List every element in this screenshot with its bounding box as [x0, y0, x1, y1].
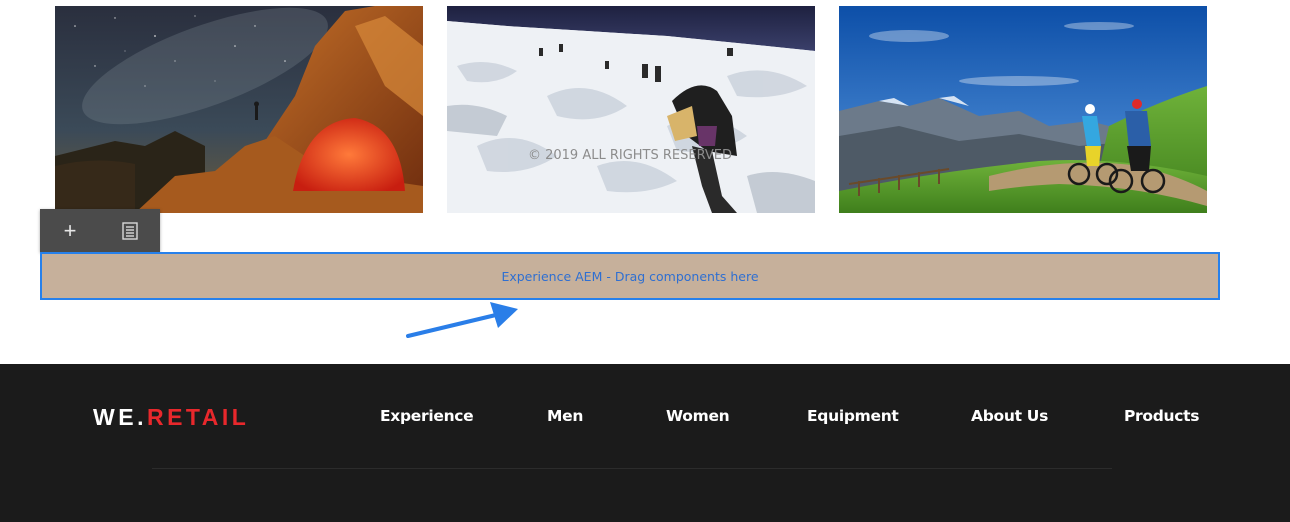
copyright-text: © 2019 ALL RIGHTS RESERVED — [527, 148, 733, 163]
mountain-bikers-illustration — [839, 6, 1207, 213]
logo-retail: RETAIL — [146, 404, 250, 430]
pointer-arrow-icon — [406, 302, 518, 338]
component-toolbar: + — [40, 209, 160, 252]
footer-nav-equipment[interactable]: Equipment — [807, 407, 899, 425]
site-footer: WE.RETAIL Experience Men Women Equipment… — [0, 364, 1290, 522]
gallery-image-night-camping[interactable] — [55, 6, 423, 213]
footer-nav-products[interactable]: Products — [1124, 407, 1200, 425]
logo-we: WE — [93, 404, 138, 430]
glacier-climbers-illustration — [447, 6, 815, 213]
night-camping-illustration — [55, 6, 423, 213]
paste-icon — [122, 221, 138, 240]
plus-icon: + — [63, 217, 77, 243]
footer-nav-about-us[interactable]: About Us — [971, 407, 1048, 425]
footer-nav-experience[interactable]: Experience — [380, 407, 474, 425]
we-retail-logo[interactable]: WE.RETAIL — [93, 404, 249, 431]
insert-component-button[interactable]: + — [40, 209, 100, 252]
logo-dot: . — [137, 404, 147, 430]
footer-divider — [152, 468, 1112, 469]
component-dropzone[interactable]: Experience AEM - Drag components here — [40, 252, 1220, 300]
footer-nav-men[interactable]: Men — [547, 407, 583, 425]
paste-component-button[interactable] — [100, 209, 160, 252]
footer-nav-women[interactable]: Women — [666, 407, 730, 425]
gallery-image-mountain-bikers[interactable] — [839, 6, 1207, 213]
gallery-image-glacier-climbers[interactable] — [447, 6, 815, 213]
dropzone-label: Experience AEM - Drag components here — [501, 268, 759, 284]
